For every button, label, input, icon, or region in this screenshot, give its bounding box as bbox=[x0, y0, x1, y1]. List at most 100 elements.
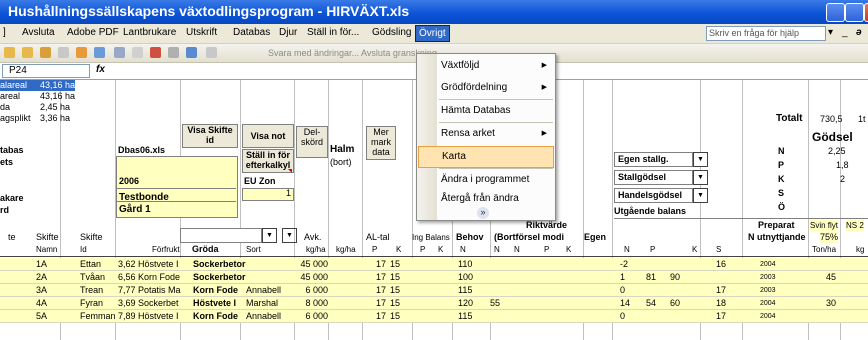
doc-minimize-icon[interactable]: _ bbox=[842, 27, 848, 38]
minimize-button[interactable] bbox=[826, 3, 845, 22]
cell-avk[interactable]: 6 000 bbox=[298, 285, 328, 296]
menu-djur[interactable]: Djur bbox=[279, 27, 297, 38]
cell-yr[interactable]: 2004 bbox=[760, 311, 776, 322]
delskord-button[interactable]: Del-skörd bbox=[296, 126, 328, 158]
menu-lantbrukare[interactable]: Lantbrukare bbox=[123, 27, 176, 38]
menu-databas[interactable]: Databas bbox=[233, 27, 270, 38]
menu-stall-in-for[interactable]: Ställ in för... bbox=[307, 27, 359, 38]
cell-id[interactable]: Tvåan bbox=[80, 272, 105, 283]
cell-groda[interactable]: Höstvete I bbox=[193, 298, 253, 309]
menu-item-grodfordelning[interactable]: Grödfördelning ▶ bbox=[417, 78, 555, 98]
cell-yr[interactable]: 2004 bbox=[760, 298, 776, 309]
menu-utskrift[interactable]: Utskrift bbox=[186, 27, 217, 38]
cell-behov[interactable]: 110 bbox=[458, 259, 472, 270]
cell-p[interactable]: 17 bbox=[366, 259, 386, 270]
menu-avsluta[interactable]: Avsluta bbox=[22, 27, 55, 38]
cell-yr[interactable]: 2003 bbox=[760, 285, 776, 296]
filter-dropdown[interactable] bbox=[180, 228, 262, 243]
cell-nr[interactable]: 1A bbox=[36, 259, 47, 270]
cell-s[interactable]: 17 bbox=[716, 285, 726, 296]
cell-t[interactable]: 45 bbox=[826, 272, 836, 283]
fx-icon[interactable]: fx bbox=[96, 64, 105, 75]
cell-pp[interactable]: 81 bbox=[646, 272, 656, 283]
cell-k[interactable]: 15 bbox=[384, 272, 400, 283]
preview-icon[interactable] bbox=[186, 47, 197, 58]
cell-id[interactable]: Fyran bbox=[80, 298, 103, 309]
menu-item-andra-i-programmet[interactable]: Ändra i programmet bbox=[417, 170, 555, 190]
cell-n[interactable]: 0 bbox=[620, 285, 625, 296]
cell-s[interactable]: 17 bbox=[716, 311, 726, 322]
cell-sort[interactable]: Marshal bbox=[246, 298, 278, 309]
cell-p[interactable]: 17 bbox=[366, 285, 386, 296]
cell-groda[interactable]: Sockerbetor bbox=[193, 259, 253, 270]
table-row[interactable]: 4A Fyran 3,69 Sockerbet Höstvete I Marshal 8 … bbox=[0, 297, 868, 310]
stall-in-button[interactable]: Ställ in för efterkalkyl bbox=[242, 149, 294, 173]
cell-id[interactable]: Femman bbox=[80, 311, 116, 322]
cell-yr[interactable]: 2004 bbox=[760, 259, 776, 270]
cell-yr[interactable]: 2003 bbox=[760, 272, 776, 283]
redo-icon[interactable] bbox=[132, 47, 143, 58]
visa-not-button[interactable]: Visa not bbox=[242, 124, 294, 148]
table-row[interactable]: 1A Ettan 3,62 Höstvete I Sockerbetor 45 000 1… bbox=[0, 258, 868, 271]
cell-groda[interactable]: Sockerbetor bbox=[193, 272, 253, 283]
window-icon[interactable] bbox=[58, 47, 69, 58]
cell-s[interactable]: 16 bbox=[716, 259, 726, 270]
cell-n[interactable]: 14 bbox=[620, 298, 630, 309]
cell-p[interactable]: 17 bbox=[366, 272, 386, 283]
cell-nr[interactable]: 4A bbox=[36, 298, 47, 309]
help-dropdown-icon[interactable]: ▾ bbox=[828, 27, 833, 38]
cell-s[interactable]: 18 bbox=[716, 298, 726, 309]
table-row[interactable]: 5A Femman 7,89 Höstvete I Korn Fode Annabell… bbox=[0, 310, 868, 323]
cell-id[interactable]: Ettan bbox=[80, 259, 101, 270]
year-field[interactable]: 2006 bbox=[119, 176, 139, 187]
cell-rv[interactable]: 55 bbox=[490, 298, 500, 309]
cell-sort[interactable]: Annabell bbox=[246, 311, 281, 322]
folder-icon[interactable] bbox=[40, 47, 51, 58]
egen-stallg-dropdown[interactable]: Egen stallg. ▼ bbox=[614, 152, 708, 167]
review-icon[interactable] bbox=[206, 47, 217, 58]
menu-item-karta[interactable]: Karta bbox=[418, 146, 554, 168]
menu-godsling[interactable]: Gödsling bbox=[372, 27, 411, 38]
search-doc-icon[interactable] bbox=[76, 47, 87, 58]
table-row[interactable]: 2A Tvåan 6,56 Korn Fode Sockerbetor 45 000 17… bbox=[0, 271, 868, 284]
cell-nr[interactable]: 3A bbox=[36, 285, 47, 296]
cell-k[interactable]: 15 bbox=[384, 285, 400, 296]
cell-avk[interactable]: 6 000 bbox=[298, 311, 328, 322]
menu-adobe-pdf[interactable]: Adobe PDF bbox=[67, 27, 119, 38]
mer-mark-data-button[interactable]: Mer mark data bbox=[366, 126, 396, 160]
maximize-button[interactable] bbox=[845, 3, 864, 22]
cell-n[interactable]: -2 bbox=[620, 259, 628, 270]
cell-ff[interactable]: 6,56 Korn Fode bbox=[118, 272, 186, 283]
menu-item-hamta-databas[interactable]: Hämta Databas bbox=[417, 101, 555, 121]
cell-behov[interactable]: 115 bbox=[458, 285, 472, 296]
cell-avk[interactable]: 8 000 bbox=[298, 298, 328, 309]
cell-nr[interactable]: 2A bbox=[36, 272, 47, 283]
help-search-input[interactable]: Skriv en fråga för hjälp bbox=[706, 26, 826, 41]
cell-n[interactable]: 1 bbox=[620, 272, 625, 283]
open-folder-icon[interactable] bbox=[22, 47, 33, 58]
cell-n[interactable]: 0 bbox=[620, 311, 625, 322]
visa-skifte-button[interactable]: Visa Skifte id bbox=[182, 124, 238, 148]
cell-ff[interactable]: 7,89 Höstvete I bbox=[118, 311, 186, 322]
cell-nr[interactable]: 5A bbox=[36, 311, 47, 322]
menu-expand-icon[interactable]: » bbox=[477, 207, 489, 219]
cell-behov[interactable]: 120 bbox=[458, 298, 473, 309]
cell-behov[interactable]: 100 bbox=[458, 272, 473, 283]
cell-ff[interactable]: 7,77 Potatis Ma bbox=[118, 285, 186, 296]
cell-avk[interactable]: 45 000 bbox=[298, 272, 328, 283]
cell-ff[interactable]: 3,62 Höstvete I bbox=[118, 259, 186, 270]
menu-item-rensa-arket[interactable]: Rensa arket ▶ bbox=[417, 124, 555, 144]
cell-p[interactable]: 17 bbox=[366, 311, 386, 322]
cell-groda[interactable]: Korn Fode bbox=[193, 311, 253, 322]
cell-k[interactable]: 15 bbox=[384, 259, 400, 270]
close-button[interactable] bbox=[864, 3, 868, 22]
cell-k[interactable]: 15 bbox=[384, 298, 400, 309]
farm-name-field[interactable]: Gård 1 bbox=[119, 204, 151, 215]
cell-avk[interactable]: 45 000 bbox=[298, 259, 328, 270]
name-box[interactable]: P24 bbox=[2, 64, 90, 78]
filter-dropdown-arrow2-icon[interactable]: ▼ bbox=[282, 228, 297, 243]
cell-behov[interactable]: 115 bbox=[458, 311, 472, 322]
cell-ff[interactable]: 3,69 Sockerbet bbox=[118, 298, 186, 309]
filter-dropdown-arrow-icon[interactable]: ▼ bbox=[262, 228, 277, 243]
spelling-icon[interactable] bbox=[150, 47, 161, 58]
